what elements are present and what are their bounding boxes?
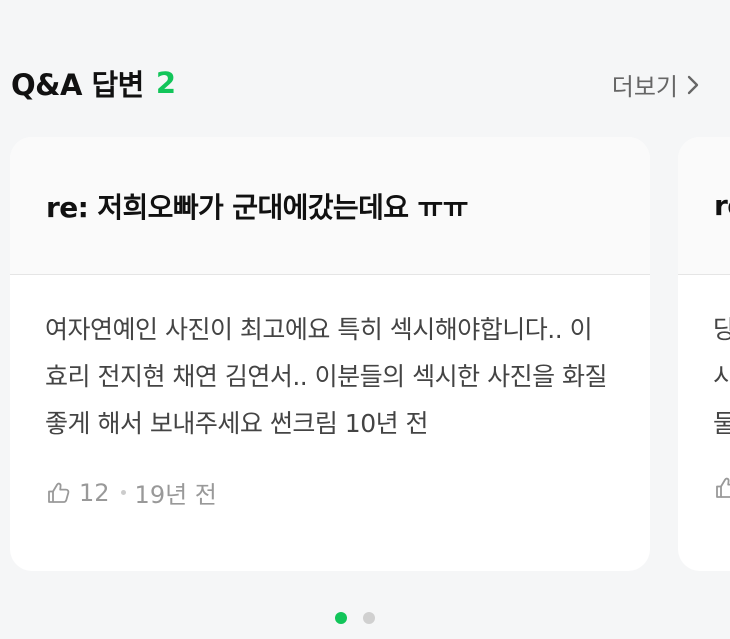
answer-card-next[interactable]: re 당 시 둘 (678, 137, 730, 571)
card-text: 여자연예인 사진이 최고에요 특히 섹시해야합니다.. 이효리 전지현 채연 김… (45, 315, 608, 438)
section-header: Q&A 답변 2 더보기 (11, 62, 706, 104)
card-meta (713, 475, 730, 501)
card-title: re: 저희오빠가 군대에갔는데요 ㅠㅠ (46, 190, 468, 224)
card-body: 당 시 둘 (678, 275, 730, 501)
thumbs-up-icon (45, 480, 71, 506)
page-dot[interactable] (363, 612, 375, 624)
section-title: Q&A 답변 2 (11, 62, 176, 104)
card-header: re (678, 137, 730, 275)
like-count: 12 (79, 478, 110, 507)
answer-carousel[interactable]: re: 저희오빠가 군대에갔는데요 ㅠㅠ 여자연예인 사진이 최고에요 특히 섹… (10, 137, 730, 571)
card-body: 여자연예인 사진이 최고에요 특히 섹시해야합니다.. 이효리 전지현 채연 김… (10, 275, 650, 510)
page-dot-active[interactable] (335, 612, 347, 624)
more-link[interactable]: 더보기 (612, 67, 702, 102)
carousel-pagination (335, 612, 375, 624)
answer-card[interactable]: re: 저희오빠가 군대에갔는데요 ㅠㅠ 여자연예인 사진이 최고에요 특히 섹… (10, 137, 650, 571)
section-title-label: Q&A 답변 (11, 68, 144, 102)
meta-separator (120, 490, 126, 495)
more-label: 더보기 (611, 73, 678, 101)
card-meta: 12 19년 전 (45, 475, 614, 510)
card-title: re (714, 189, 730, 222)
card-header: re: 저희오빠가 군대에갔는데요 ㅠㅠ (10, 137, 650, 275)
chevron-right-icon (684, 73, 702, 97)
card-text: 당 시 둘 (713, 306, 730, 447)
answer-count: 2 (155, 66, 176, 100)
thumbs-up-icon (713, 475, 730, 501)
answer-time: 19년 전 (134, 481, 217, 509)
